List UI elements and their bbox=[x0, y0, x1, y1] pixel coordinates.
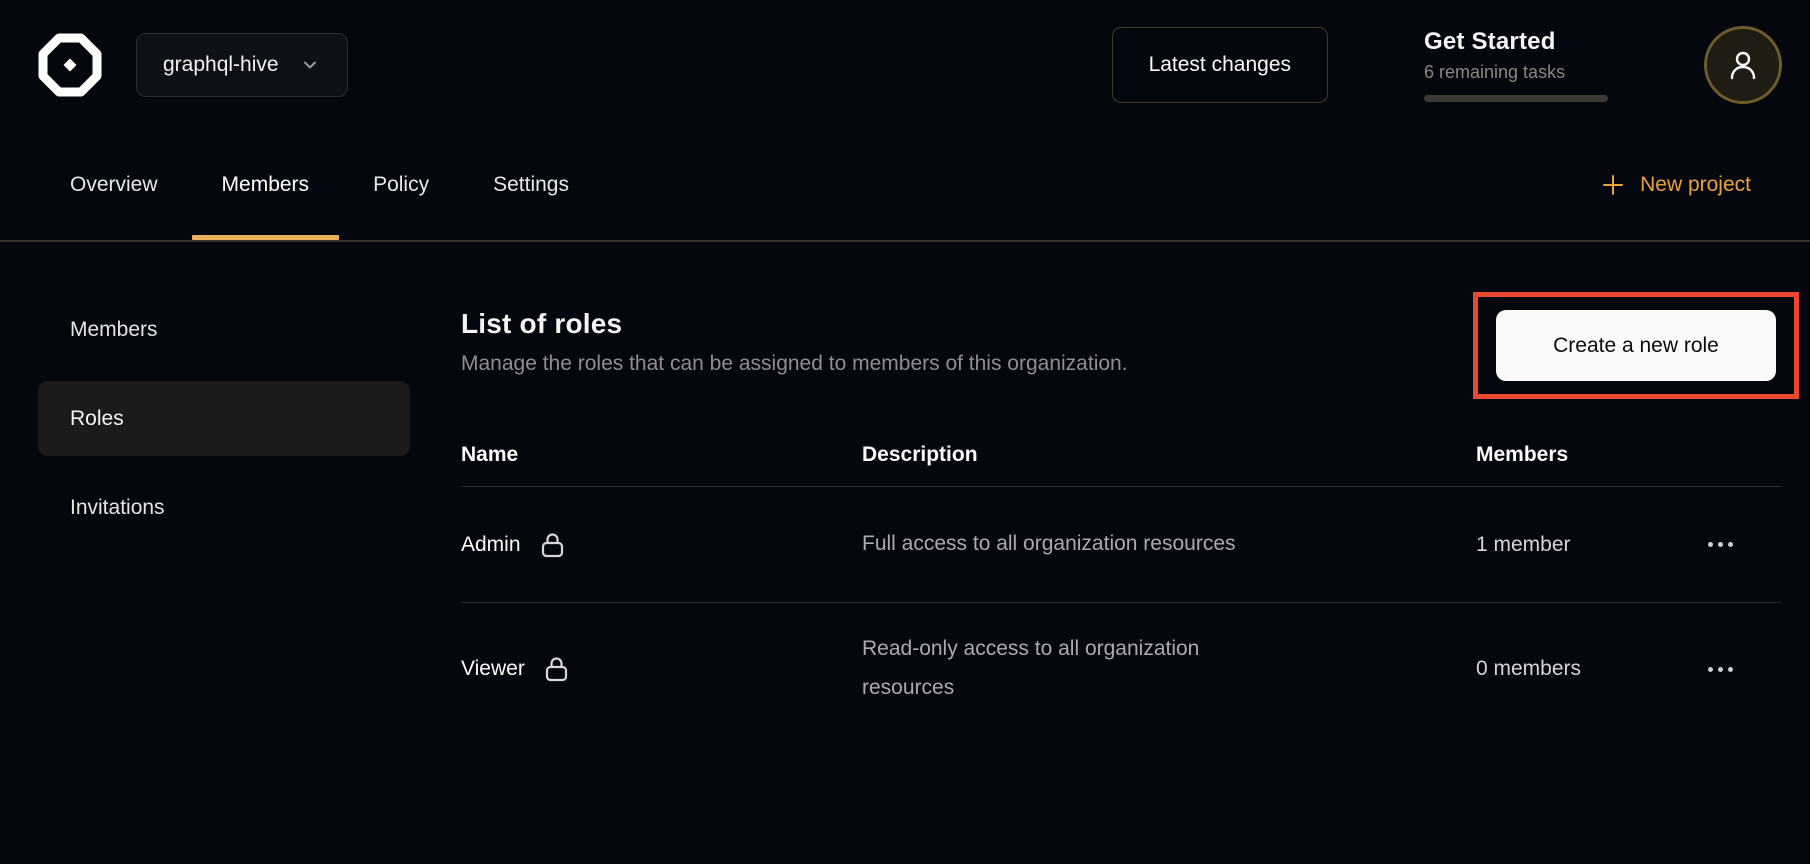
roles-table: Name Description Members Admin Full acce… bbox=[461, 423, 1781, 735]
tab-overview[interactable]: Overview bbox=[40, 130, 188, 240]
tab-settings-label: Settings bbox=[493, 173, 569, 197]
role-name-cell: Admin bbox=[461, 531, 862, 559]
organization-selector[interactable]: graphql-hive bbox=[136, 33, 348, 97]
sidebar-item-roles-label: Roles bbox=[70, 407, 124, 431]
latest-changes-label: Latest changes bbox=[1149, 53, 1291, 77]
lock-icon bbox=[543, 655, 570, 683]
tab-settings[interactable]: Settings bbox=[463, 130, 599, 240]
sidebar-item-invitations[interactable]: Invitations bbox=[38, 470, 410, 545]
plus-icon bbox=[1600, 172, 1626, 198]
role-actions-cell bbox=[1706, 532, 1781, 557]
table-row-viewer: Viewer Read-only access to all organizat… bbox=[461, 603, 1781, 735]
tab-members-label: Members bbox=[222, 173, 310, 197]
role-members-count: 0 members bbox=[1476, 657, 1706, 681]
get-started-widget[interactable]: Get Started 6 remaining tasks bbox=[1424, 28, 1608, 102]
user-avatar[interactable] bbox=[1704, 26, 1782, 104]
tab-policy-label: Policy bbox=[373, 173, 429, 197]
tab-overview-label: Overview bbox=[70, 173, 158, 197]
page-subtitle: Manage the roles that can be assigned to… bbox=[461, 352, 1128, 376]
org-tab-bar: Overview Members Policy Settings New pro… bbox=[0, 130, 1810, 242]
sidebar-item-members[interactable]: Members bbox=[38, 292, 410, 367]
roles-panel-header: List of roles Manage the roles that can … bbox=[461, 292, 1781, 399]
new-project-link[interactable]: New project bbox=[1600, 172, 1751, 198]
latest-changes-button[interactable]: Latest changes bbox=[1112, 27, 1328, 103]
tab-members[interactable]: Members bbox=[192, 130, 340, 240]
roles-titles: List of roles Manage the roles that can … bbox=[461, 308, 1128, 376]
hive-logo-icon bbox=[38, 33, 102, 97]
get-started-progress bbox=[1424, 95, 1608, 102]
get-started-title: Get Started bbox=[1424, 28, 1608, 56]
sidebar-item-roles[interactable]: Roles bbox=[38, 381, 410, 456]
role-name: Viewer bbox=[461, 657, 525, 681]
get-started-remaining-tasks: 6 remaining tasks bbox=[1424, 62, 1608, 83]
sidebar-item-members-label: Members bbox=[70, 318, 158, 342]
row-actions-ellipsis-button[interactable] bbox=[1706, 657, 1735, 682]
role-actions-cell bbox=[1706, 657, 1781, 682]
tabbar-spacer bbox=[603, 130, 1600, 240]
column-header-members: Members bbox=[1476, 443, 1706, 467]
column-header-name: Name bbox=[461, 443, 862, 467]
sidebar-item-invitations-label: Invitations bbox=[70, 496, 165, 520]
page-title: List of roles bbox=[461, 308, 1128, 340]
new-project-label: New project bbox=[1640, 173, 1751, 197]
role-name-cell: Viewer bbox=[461, 655, 862, 683]
annotation-box: Create a new role bbox=[1473, 292, 1799, 399]
column-header-description: Description bbox=[862, 443, 1476, 467]
row-actions-ellipsis-button[interactable] bbox=[1706, 532, 1735, 557]
organization-name: graphql-hive bbox=[163, 53, 279, 77]
lock-icon bbox=[539, 531, 566, 559]
role-name: Admin bbox=[461, 533, 521, 557]
top-bar: graphql-hive Latest changes Get Started … bbox=[0, 0, 1810, 130]
chevron-down-icon bbox=[299, 54, 321, 76]
table-row-admin: Admin Full access to all organization re… bbox=[461, 487, 1781, 603]
person-icon bbox=[1724, 46, 1762, 84]
tab-policy[interactable]: Policy bbox=[343, 130, 459, 240]
members-page: Members Roles Invitations List of roles … bbox=[0, 242, 1810, 864]
members-sidebar: Members Roles Invitations bbox=[0, 242, 410, 864]
role-description: Read-only access to all organization res… bbox=[862, 630, 1295, 708]
role-description: Full access to all organization resource… bbox=[862, 525, 1295, 564]
roles-panel: List of roles Manage the roles that can … bbox=[410, 242, 1810, 864]
create-new-role-button[interactable]: Create a new role bbox=[1496, 310, 1776, 381]
role-members-count: 1 member bbox=[1476, 533, 1706, 557]
roles-table-header: Name Description Members bbox=[461, 423, 1781, 487]
